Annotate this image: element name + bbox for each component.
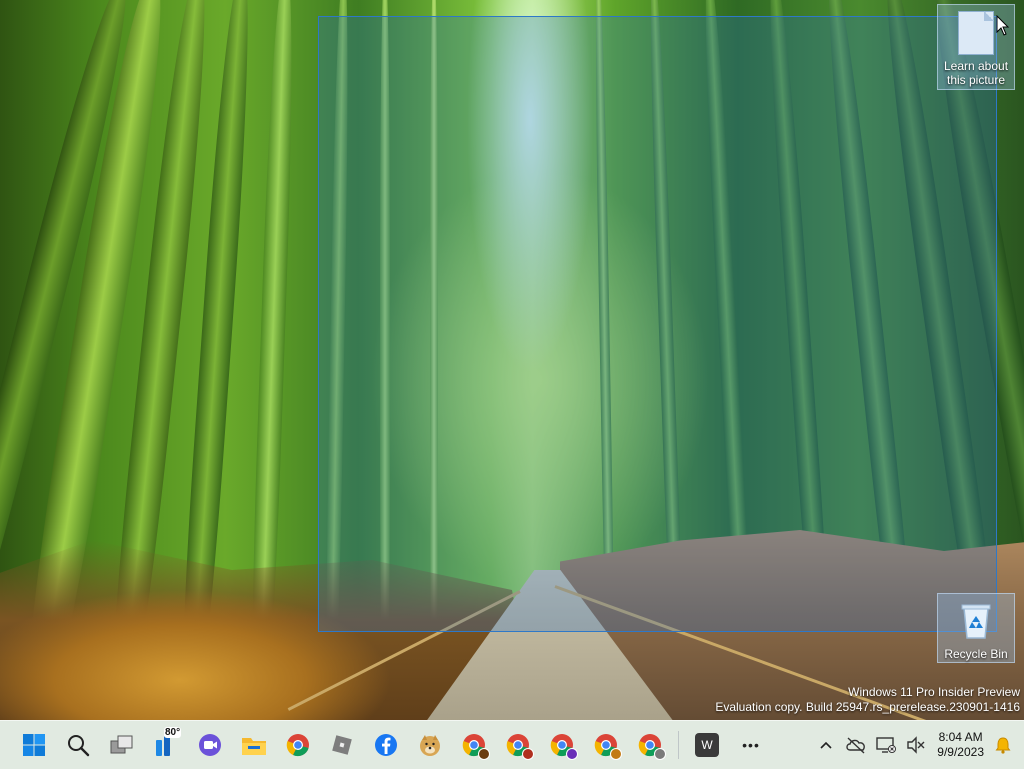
evaluation-watermark: Windows 11 Pro Insider Preview Evaluatio… [715, 685, 1020, 715]
file-explorer-button[interactable] [234, 725, 274, 765]
notifications-button[interactable] [988, 725, 1018, 765]
chevron-up-icon [820, 741, 832, 749]
mouse-cursor-icon [996, 15, 1010, 36]
chrome-profile-5-button[interactable] [630, 725, 670, 765]
search-button[interactable] [58, 725, 98, 765]
clock-time: 8:04 AM [938, 730, 983, 744]
onedrive-button[interactable] [841, 725, 871, 765]
facebook-button[interactable] [366, 725, 406, 765]
system-tray: 8:04 AM 9/9/2023 [811, 721, 1024, 769]
volume-button[interactable] [901, 725, 931, 765]
roblox-icon [332, 735, 352, 755]
watermark-line-edition: Windows 11 Pro Insider Preview [848, 685, 1020, 699]
clock-date-button[interactable]: 8:04 AM 9/9/2023 [937, 730, 984, 760]
start-icon [23, 734, 45, 756]
task-view-button[interactable] [102, 725, 142, 765]
taskbar: 80° W ••• 8:04 AM 9/9/2023 [0, 720, 1024, 769]
desktop-icon-label: this picture [946, 73, 1006, 87]
profile-avatar [610, 748, 622, 760]
word-app-button[interactable]: W [687, 725, 727, 765]
taskbar-pinned-apps: 80° W ••• [0, 725, 773, 765]
recycle-bin-icon[interactable]: Recycle Bin [937, 593, 1015, 663]
desktop-icon-label: Learn about [943, 59, 1009, 73]
weather-widget-button[interactable]: 80° [146, 725, 186, 765]
doge-app-button[interactable] [410, 725, 450, 765]
chrome-profile-4-button[interactable] [586, 725, 626, 765]
file-explorer-icon [242, 738, 266, 755]
network-button[interactable] [871, 725, 901, 765]
profile-avatar [522, 748, 534, 760]
bell-icon [995, 737, 1011, 754]
weather-temperature: 80° [164, 727, 182, 738]
profile-avatar [654, 748, 666, 760]
show-hidden-icons-button[interactable] [811, 725, 841, 765]
drag-selection-rectangle [318, 16, 997, 632]
taskbar-divider [678, 731, 679, 759]
desktop-icon-label: Recycle Bin [944, 647, 1008, 661]
watermark-line-build: Evaluation copy. Build 25947.rs_prerelea… [715, 700, 1020, 714]
search-icon [68, 735, 90, 757]
start-button[interactable] [14, 725, 54, 765]
profile-avatar [566, 748, 578, 760]
clock-date: 9/9/2023 [937, 745, 984, 759]
meet-icon [199, 734, 221, 756]
volume-muted-icon [907, 736, 925, 754]
onedrive-offline-icon [846, 737, 866, 754]
profile-avatar [478, 748, 490, 760]
roblox-button[interactable] [322, 725, 362, 765]
recycle-bin-glyph-icon [961, 604, 991, 639]
task-view-icon [110, 735, 133, 754]
more-apps-icon: ••• [742, 737, 760, 753]
facebook-icon [375, 734, 397, 756]
network-disconnected-icon [876, 737, 897, 753]
chrome-profile-3-button[interactable] [542, 725, 582, 765]
document-icon [958, 11, 994, 55]
more-apps-button[interactable]: ••• [731, 725, 771, 765]
chrome-profile-1-button[interactable] [454, 725, 494, 765]
chrome-button[interactable] [278, 725, 318, 765]
doge-icon [420, 735, 440, 756]
meet-button[interactable] [190, 725, 230, 765]
chrome-profile-2-button[interactable] [498, 725, 538, 765]
word-app-icon: W [695, 733, 719, 757]
chrome-icon [286, 734, 309, 757]
